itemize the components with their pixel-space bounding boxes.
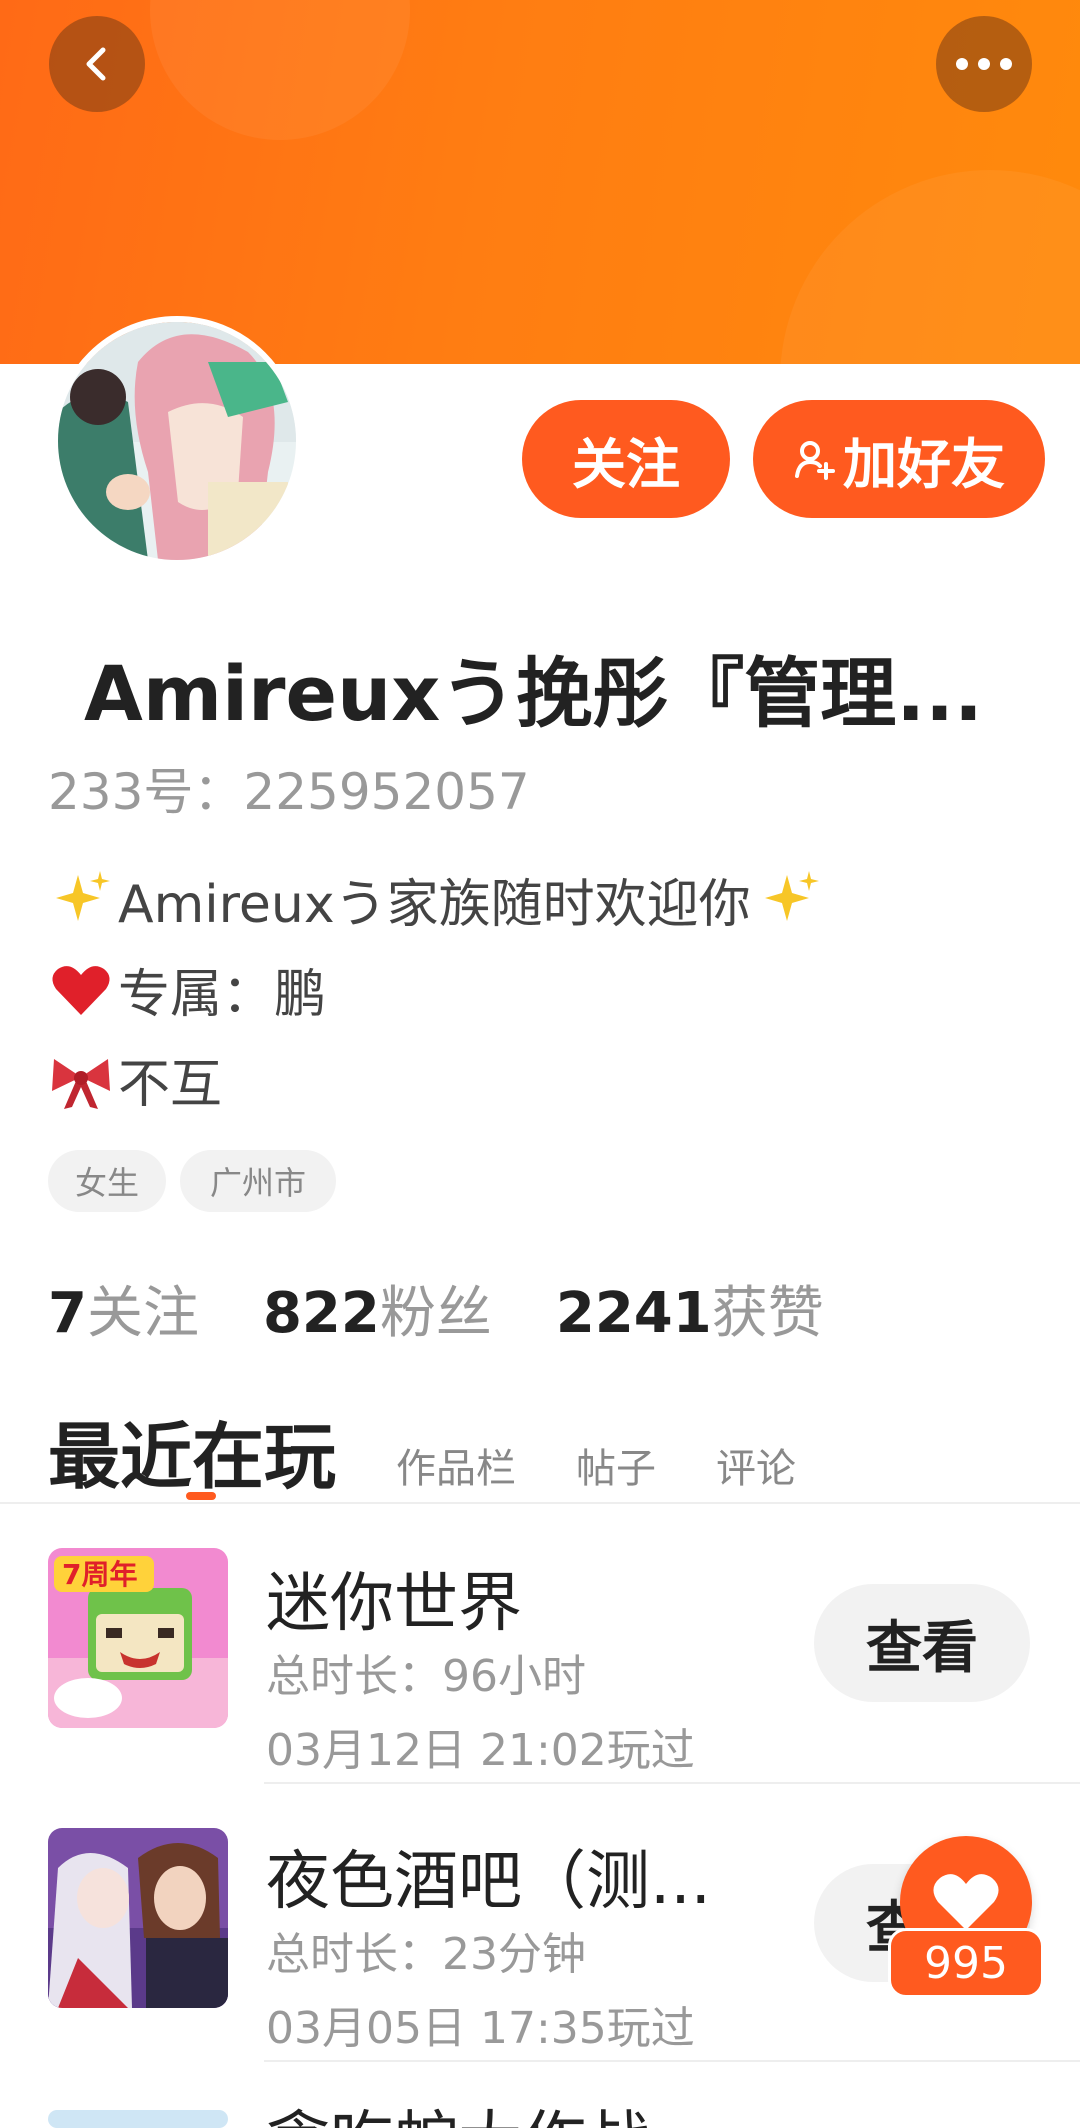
gender-tag: 女生 (48, 1150, 166, 1212)
add-friend-button[interactable]: 加好友 (753, 400, 1045, 518)
stat-value: 822 (262, 1281, 380, 1346)
row-divider (264, 2060, 1080, 2062)
follow-button[interactable]: 关注 (522, 400, 730, 518)
bio-text: 不互 (118, 1055, 223, 1115)
bio-text: 专属：鹏 (118, 965, 327, 1025)
stat-value: 2241 (555, 1281, 712, 1346)
game-name: 迷你世界 (266, 1567, 522, 1641)
red-heart-icon (52, 965, 110, 1015)
stat-following[interactable]: 7 关注 (48, 1268, 199, 1349)
game-name: 夜色酒吧（测... (266, 1845, 712, 1919)
tab-works[interactable]: 作品栏 (396, 1436, 516, 1494)
banner-decoration (150, 0, 410, 140)
game-list-item[interactable]: 7周年 迷你世界 总时长：96小时 03月12日 21:02玩过 查看 (0, 1538, 1080, 1816)
game-list-item[interactable]: 贪吃蛇大作战 (0, 2084, 1080, 2128)
ribbon-icon (52, 1058, 110, 1109)
like-count: 995 (888, 1928, 1044, 1998)
stat-label: 获赞 (711, 1281, 824, 1346)
city-tag: 广州市 (180, 1150, 336, 1212)
view-game-button[interactable]: 查看 (814, 1584, 1030, 1702)
tab-indicator (186, 1492, 216, 1500)
follow-label: 关注 (572, 432, 680, 496)
game-duration: 总时长：23分钟 (266, 1929, 586, 1980)
more-dots-icon (956, 58, 1012, 70)
stats-bar: 7 关注 822 粉丝 2241 获赞 (48, 1268, 888, 1349)
person-plus-icon (795, 441, 835, 480)
divider (0, 1502, 1080, 1504)
game-badge-text: 7周年 (62, 1558, 137, 1591)
sparkles-icon (56, 870, 110, 921)
banner-decoration (780, 170, 1080, 364)
stat-followers[interactable]: 822 粉丝 (263, 1268, 492, 1349)
stat-label: 粉丝 (379, 1281, 492, 1346)
game-icon (48, 1828, 228, 2008)
heart-icon (933, 1874, 999, 1930)
stat-label: 关注 (86, 1281, 199, 1346)
tab-comments[interactable]: 评论 (716, 1436, 796, 1494)
view-label: 查看 (866, 1615, 978, 1681)
stat-value: 7 (48, 1281, 87, 1346)
row-divider (264, 1782, 1080, 1784)
more-options-button[interactable] (936, 16, 1032, 112)
stat-likes[interactable]: 2241 获赞 (556, 1268, 824, 1349)
game-last-played: 03月05日 17:35玩过 (266, 2003, 695, 2054)
bio-line: Amireuxう家族随时欢迎你 (48, 862, 827, 937)
avatar[interactable] (52, 316, 302, 566)
avatar-image (58, 322, 296, 560)
profile-tabs: 最近在玩 作品栏 帖子 评论 (48, 1398, 856, 1503)
game-icon: 7周年 (48, 1548, 228, 1728)
game-name: 贪吃蛇大作战 (266, 2090, 650, 2128)
bio-line: 专属：鹏 (48, 952, 326, 1027)
sparkles-icon (764, 870, 819, 921)
game-last-played: 03月12日 21:02玩过 (266, 1725, 695, 1776)
user-id: 233号：225952057 (48, 763, 530, 821)
game-duration: 总时长：96小时 (266, 1651, 586, 1702)
bio-text: Amireuxう家族随时欢迎你 (118, 875, 751, 935)
username: Amireuxう挽彤『管理... (84, 649, 983, 738)
tab-posts[interactable]: 帖子 (576, 1436, 656, 1494)
chevron-left-icon (86, 47, 106, 81)
back-button[interactable] (49, 16, 145, 112)
tab-recently-played[interactable]: 最近在玩 (48, 1398, 336, 1503)
bio-line: 不互 (48, 1042, 222, 1117)
add-friend-label: 加好友 (843, 432, 1005, 496)
profile-header-banner (0, 0, 1080, 364)
game-icon (48, 2110, 228, 2128)
